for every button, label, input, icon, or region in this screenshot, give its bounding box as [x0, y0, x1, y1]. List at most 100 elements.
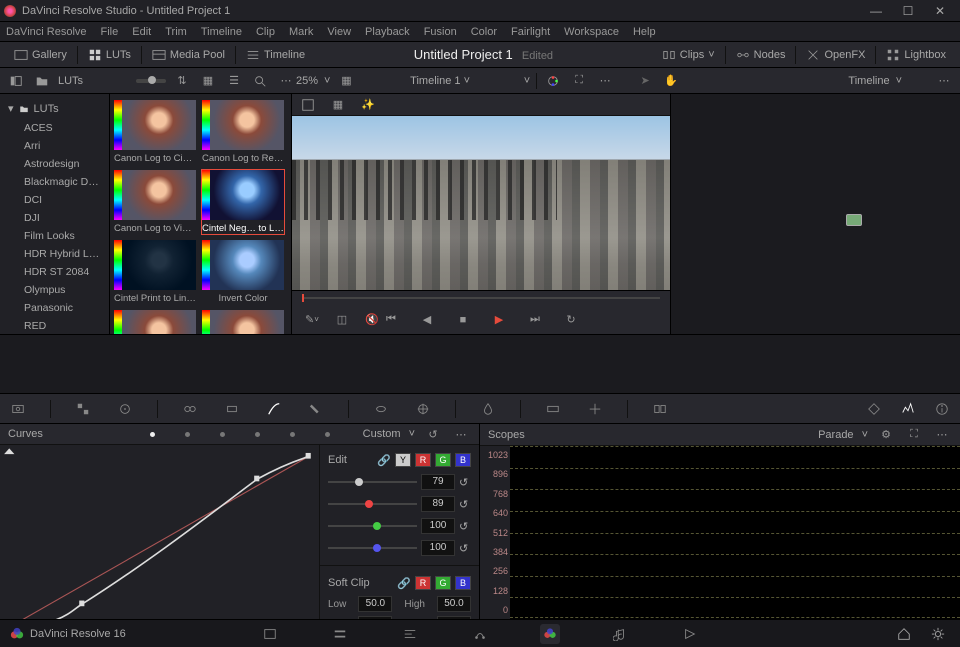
stereo-icon[interactable]: [650, 399, 670, 419]
maximize-button[interactable]: ☐: [892, 4, 924, 18]
y-slider[interactable]: [328, 481, 417, 483]
g-slider[interactable]: [328, 525, 417, 527]
lightbox-toggle[interactable]: Lightbox: [878, 42, 954, 67]
r-slider[interactable]: [328, 503, 417, 505]
lut-thumb[interactable]: [202, 310, 284, 334]
sidebar-item[interactable]: Arri: [0, 137, 109, 155]
curves-tab-dot[interactable]: [290, 432, 295, 437]
home-icon[interactable]: [894, 624, 914, 644]
lut-thumb[interactable]: Canon Log to Video: [114, 170, 196, 234]
sidebar-item[interactable]: ACES: [0, 119, 109, 137]
g-value[interactable]: 100: [421, 518, 455, 534]
search-icon[interactable]: [250, 71, 270, 91]
curves-reset-icon[interactable]: ↺: [423, 424, 443, 444]
lut-thumb-selected[interactable]: Cintel Neg… to Linear: [202, 170, 284, 234]
high-value[interactable]: 50.0: [437, 596, 471, 612]
lut-thumb[interactable]: Invert Color: [202, 240, 284, 304]
window-icon[interactable]: [371, 399, 391, 419]
deliver-page-icon[interactable]: [680, 624, 700, 644]
cut-page-icon[interactable]: [330, 624, 350, 644]
goto-end-icon[interactable]: ⏭: [525, 310, 545, 330]
sidebar-item[interactable]: Panasonic: [0, 299, 109, 317]
viewer-options-icon[interactable]: ⋯: [595, 71, 615, 91]
channel-y-button[interactable]: Y: [395, 453, 411, 467]
close-button[interactable]: ✕: [924, 4, 956, 18]
openfx-toggle[interactable]: OpenFX: [798, 42, 873, 67]
sc-r-button[interactable]: R: [415, 576, 431, 590]
menu-clip[interactable]: Clip: [256, 26, 275, 38]
thumb-size-slider[interactable]: [136, 79, 166, 83]
menu-timeline[interactable]: Timeline: [201, 26, 242, 38]
node-panel-title[interactable]: Timeline: [848, 75, 889, 87]
curves-tab-dot[interactable]: [150, 432, 155, 437]
media-page-icon[interactable]: [260, 624, 280, 644]
menu-view[interactable]: View: [327, 26, 351, 38]
mute-icon[interactable]: 🔇: [362, 310, 382, 330]
scope-options-icon[interactable]: ⋯: [932, 425, 952, 445]
color-match-icon[interactable]: [73, 399, 93, 419]
menu-workspace[interactable]: Workspace: [564, 26, 619, 38]
color-page-icon[interactable]: [540, 624, 560, 644]
sidebar-item[interactable]: Astrodesign: [0, 155, 109, 173]
clips-toggle[interactable]: Clips ˅: [654, 42, 723, 67]
link-icon[interactable]: 🔗: [397, 577, 411, 590]
reset-icon[interactable]: ↺: [459, 520, 471, 532]
primaries-bars-icon[interactable]: [180, 399, 200, 419]
keyframe-icon[interactable]: [864, 399, 884, 419]
scrub-bar[interactable]: [292, 291, 670, 305]
split-icon[interactable]: ◫: [332, 310, 352, 330]
color-picker-icon[interactable]: [543, 71, 563, 91]
node-graph[interactable]: [671, 94, 960, 334]
hand-tool-icon[interactable]: ✋: [661, 71, 681, 91]
reset-icon[interactable]: ↺: [459, 498, 471, 510]
gallery-toggle[interactable]: Gallery: [6, 42, 75, 67]
scopes-icon[interactable]: [898, 399, 918, 419]
folder-icon[interactable]: [32, 71, 52, 91]
curve-plot[interactable]: [0, 445, 319, 638]
menu-playback[interactable]: Playback: [365, 26, 410, 38]
blur-icon[interactable]: [478, 399, 498, 419]
sidebar-item[interactable]: Blackmagic Design: [0, 173, 109, 191]
sizing-icon[interactable]: [585, 399, 605, 419]
curves-tool-icon[interactable]: [264, 399, 284, 419]
menu-fairlight[interactable]: Fairlight: [511, 26, 550, 38]
fusion-page-icon[interactable]: [470, 624, 490, 644]
channel-g-button[interactable]: G: [435, 453, 451, 467]
minimize-button[interactable]: —: [860, 4, 892, 18]
menu-edit[interactable]: Edit: [132, 26, 151, 38]
lut-folder-header[interactable]: ▾LUTs: [0, 98, 109, 119]
menu-mark[interactable]: Mark: [289, 26, 313, 38]
loop-icon[interactable]: ↻: [561, 310, 581, 330]
viewer[interactable]: [292, 116, 670, 290]
sidebar-item[interactable]: RED: [0, 317, 109, 334]
sort-icon[interactable]: ⇅: [172, 71, 192, 91]
settings-icon[interactable]: [928, 624, 948, 644]
lut-thumb[interactable]: Canon Log to Rec709: [202, 100, 284, 164]
luts-toggle[interactable]: LUTs: [80, 42, 139, 67]
sidebar-item[interactable]: Olympus: [0, 281, 109, 299]
guides-icon[interactable]: ▦: [328, 95, 348, 115]
menu-file[interactable]: File: [101, 26, 119, 38]
mediapool-toggle[interactable]: Media Pool: [144, 42, 233, 67]
curves-tab-dot[interactable]: [185, 432, 190, 437]
curves-mode[interactable]: Custom: [363, 428, 401, 440]
browser-options-icon[interactable]: ⋯: [276, 71, 296, 91]
sidebar-item[interactable]: DJI: [0, 209, 109, 227]
stop-icon[interactable]: ■: [453, 310, 473, 330]
step-back-icon[interactable]: ◀: [417, 310, 437, 330]
key-icon[interactable]: [543, 399, 563, 419]
y-value[interactable]: 79: [421, 474, 455, 490]
nodes-toggle[interactable]: Nodes: [728, 42, 794, 67]
timeline-name[interactable]: Timeline 1: [410, 75, 460, 87]
log-wheels-icon[interactable]: [222, 399, 242, 419]
sidebar-item[interactable]: HDR ST 2084: [0, 263, 109, 281]
edit-page-icon[interactable]: [400, 624, 420, 644]
sc-g-button[interactable]: G: [435, 576, 451, 590]
scopes-mode[interactable]: Parade: [818, 429, 853, 441]
channel-r-button[interactable]: R: [415, 453, 431, 467]
r-value[interactable]: 89: [421, 496, 455, 512]
curves-options-icon[interactable]: ⋯: [451, 424, 471, 444]
expand-icon[interactable]: ⛶: [569, 71, 589, 91]
overlay-icon[interactable]: [298, 95, 318, 115]
color-wheels-icon[interactable]: [115, 399, 135, 419]
